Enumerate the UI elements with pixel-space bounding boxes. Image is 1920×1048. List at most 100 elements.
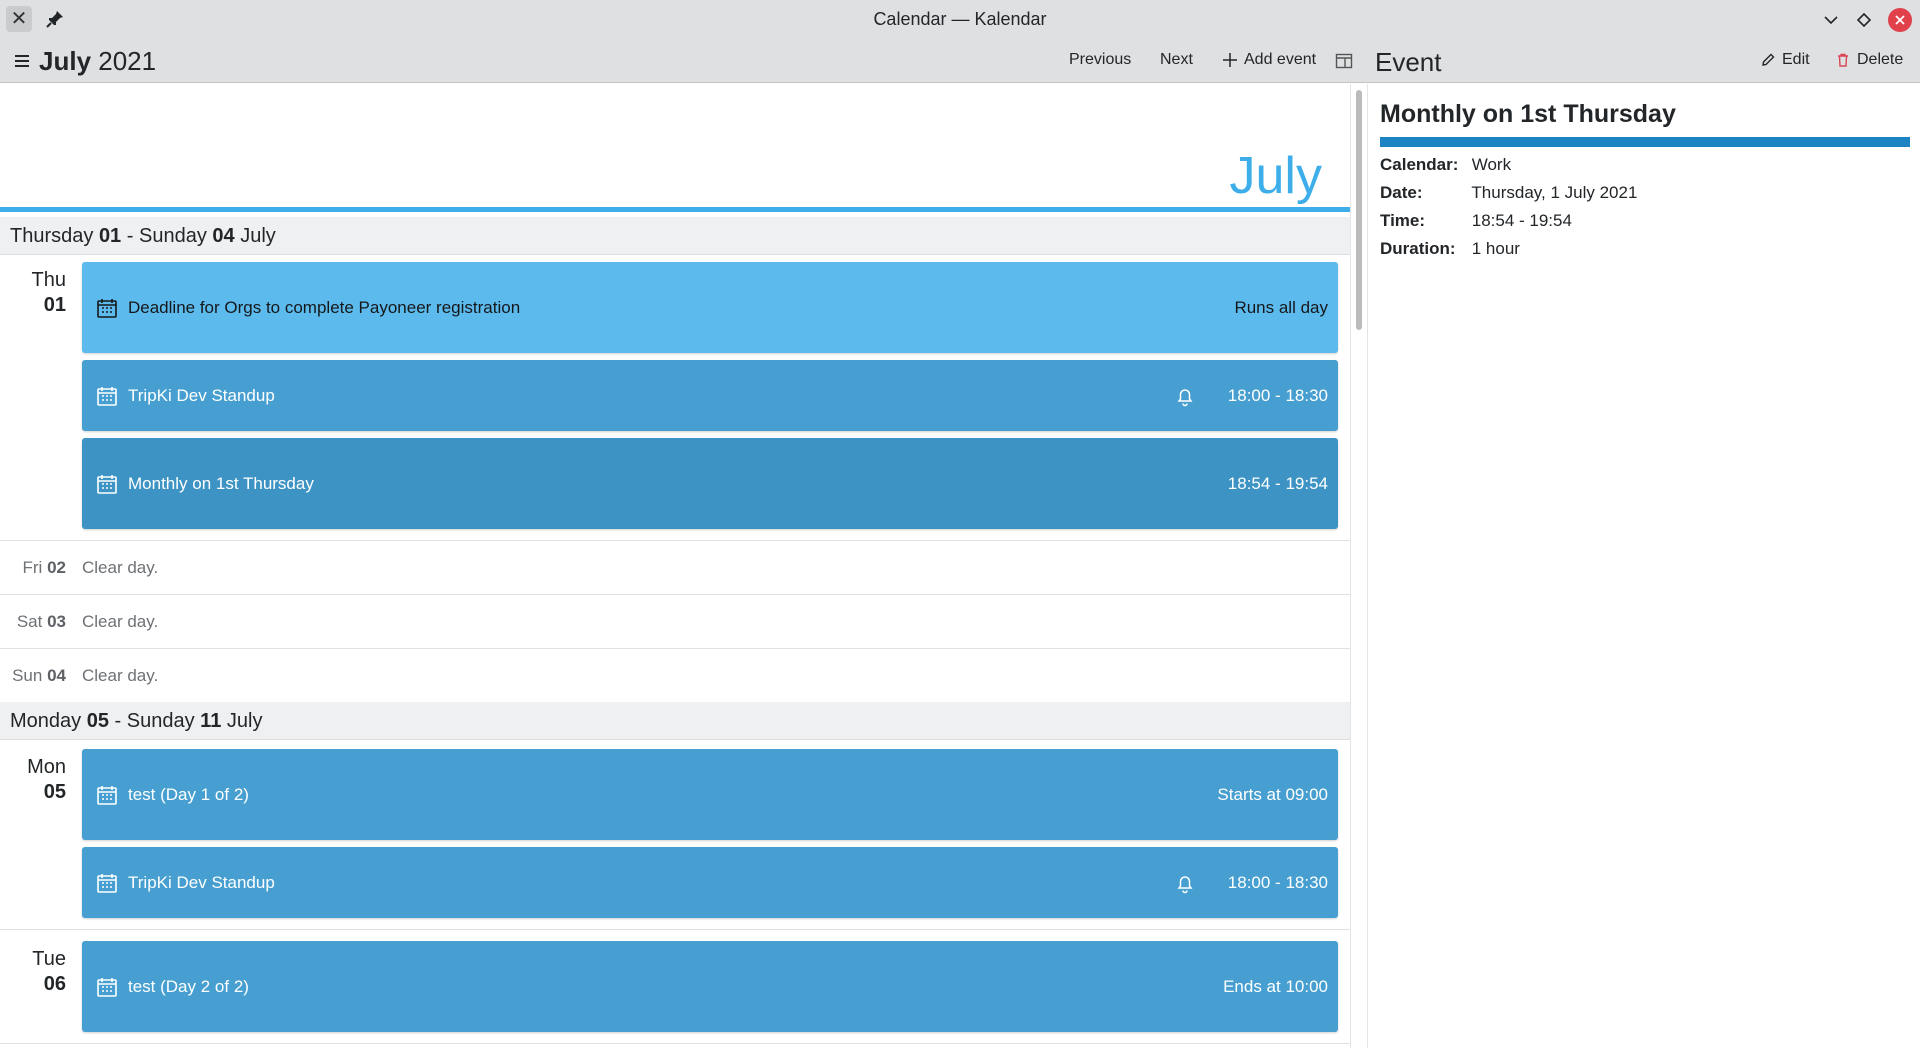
day-label: Thu 01 (0, 268, 66, 318)
event-detail-panel: Monthly on 1st Thursday Calendar: Work D… (1369, 84, 1920, 1048)
event-item[interactable]: Deadline for Orgs to complete Payoneer r… (82, 262, 1338, 353)
minimize-button[interactable] (1818, 7, 1844, 33)
day-name: Sat (16, 612, 43, 631)
plus-icon (1223, 53, 1237, 67)
detail-time-row: Time: 18:54 - 19:54 (1380, 211, 1572, 231)
calendar-icon (97, 298, 117, 318)
day-name: Tue (32, 948, 66, 970)
day-name: Thu (31, 269, 66, 291)
close-icon (1895, 15, 1905, 25)
clear-day-text: Clear day. (82, 612, 159, 631)
event-time: 18:00 - 18:30 (1227, 872, 1328, 892)
day-number: 06 (43, 973, 66, 995)
row-divider (0, 1043, 1350, 1044)
event-title: Deadline for Orgs to complete Payoneer r… (128, 297, 521, 317)
detail-time-label: Time: (1380, 211, 1426, 230)
detail-duration-row: Duration: 1 hour (1380, 239, 1520, 259)
day-label: Sun 04 (0, 666, 66, 686)
day-label: Sat 03 (0, 612, 66, 632)
delete-button[interactable]: Delete (1835, 51, 1903, 69)
event-item[interactable]: TripKi Dev Standup 18:00 - 18:30 (82, 360, 1338, 431)
calendar-icon (97, 977, 117, 997)
delete-label: Delete (1857, 51, 1904, 68)
week-sep: - (126, 225, 134, 247)
detail-calendar-label: Calendar: (1380, 155, 1459, 174)
week-sep: - (114, 710, 122, 732)
event-title: Monthly on 1st Thursday (128, 473, 314, 493)
event-item-selected[interactable]: Monthly on 1st Thursday 18:54 - 19:54 (82, 438, 1338, 529)
day-label: Mon 05 (0, 755, 66, 805)
window-title: Calendar — Kalendar (873, 9, 1047, 29)
event-title: test (Day 2 of 2) (128, 976, 249, 996)
scrollbar-thumb[interactable] (1356, 90, 1362, 330)
add-event-button[interactable]: Add event (1222, 51, 1316, 69)
row-divider (0, 594, 1350, 595)
maximize-button[interactable] (1851, 7, 1877, 33)
week-month: July (226, 710, 263, 732)
window-titlebar: ✕ Calendar — Kalendar (0, 0, 1920, 39)
event-title: test (Day 1 of 2) (128, 784, 249, 804)
detail-duration-label: Duration: (1380, 239, 1456, 258)
event-title: TripKi Dev Standup (128, 385, 275, 405)
week-end-day: Sunday (138, 225, 207, 247)
event-time: Ends at 10:00 (1223, 976, 1328, 996)
week-start-day: Thursday (10, 225, 94, 247)
detail-calendar-row: Calendar: Work (1380, 155, 1511, 175)
day-label: Tue 06 (0, 947, 66, 997)
event-time: 18:00 - 18:30 (1227, 385, 1328, 405)
schedule-scrollbar[interactable] (1350, 84, 1368, 1048)
day-number: 01 (43, 294, 66, 316)
day-name: Mon (27, 756, 66, 778)
event-panel-heading: Event (1375, 47, 1442, 77)
detail-calendar-value: Work (1471, 155, 1512, 174)
month-banner-label: July (1229, 147, 1322, 205)
hamburger-menu-icon[interactable] (12, 51, 32, 71)
detail-date-label: Date: (1380, 183, 1423, 202)
detail-time-value: 18:54 - 19:54 (1471, 211, 1572, 230)
week-month: July (240, 225, 276, 247)
week-start-num: 01 (98, 225, 122, 247)
clear-day-text: Clear day. (82, 666, 159, 685)
row-divider (0, 929, 1350, 930)
calendar-icon (97, 785, 117, 805)
detail-date-value: Thursday, 1 July 2021 (1471, 183, 1638, 202)
toggle-sidebar-icon[interactable] (1335, 51, 1355, 71)
calendar-icon (97, 386, 117, 406)
event-time: Runs all day (1234, 297, 1328, 317)
month-title-year: 2021 (98, 46, 157, 76)
event-item[interactable]: TripKi Dev Standup 18:00 - 18:30 (82, 847, 1338, 918)
event-detail-title: Monthly on 1st Thursday (1380, 100, 1676, 128)
edit-label: Edit (1782, 51, 1810, 68)
event-item[interactable]: test (Day 1 of 2) Starts at 09:00 (82, 749, 1338, 840)
page-title: July 2021 (39, 46, 156, 77)
chevron-down-icon (1824, 16, 1838, 25)
day-number: 02 (47, 558, 66, 577)
close-button[interactable] (1887, 7, 1913, 33)
detail-date-row: Date: Thursday, 1 July 2021 (1380, 183, 1637, 203)
event-item[interactable]: test (Day 2 of 2) Ends at 10:00 (82, 941, 1338, 1032)
event-time: Starts at 09:00 (1217, 784, 1328, 804)
event-time: 18:54 - 19:54 (1227, 473, 1328, 493)
month-title-month: July (39, 46, 92, 76)
schedule-view[interactable]: July Thursday 01 - Sunday 04 July Thu 01… (0, 84, 1350, 1048)
row-divider (0, 648, 1350, 649)
week-header: Thursday 01 - Sunday 04 July (0, 217, 1350, 255)
trash-icon (1838, 53, 1848, 67)
next-label: Next (1160, 51, 1193, 68)
bell-icon (1177, 388, 1193, 406)
day-label: Fri 02 (0, 558, 66, 578)
week-start-day: Monday (10, 710, 82, 732)
next-button[interactable]: Next (1160, 51, 1193, 69)
previous-button[interactable]: Previous (1069, 51, 1131, 69)
previous-label: Previous (1069, 51, 1132, 68)
day-number: 03 (47, 612, 66, 631)
bell-icon (1177, 875, 1193, 893)
row-divider (0, 540, 1350, 541)
edit-button[interactable]: Edit (1760, 51, 1810, 69)
pencil-icon (1762, 53, 1775, 66)
clear-day-text: Clear day. (82, 558, 159, 577)
calendar-icon (97, 474, 117, 494)
week-end-num: 04 (212, 225, 235, 247)
week-header: Monday 05 - Sunday 11 July (0, 702, 1350, 740)
week-end-day: Sunday (126, 710, 195, 732)
